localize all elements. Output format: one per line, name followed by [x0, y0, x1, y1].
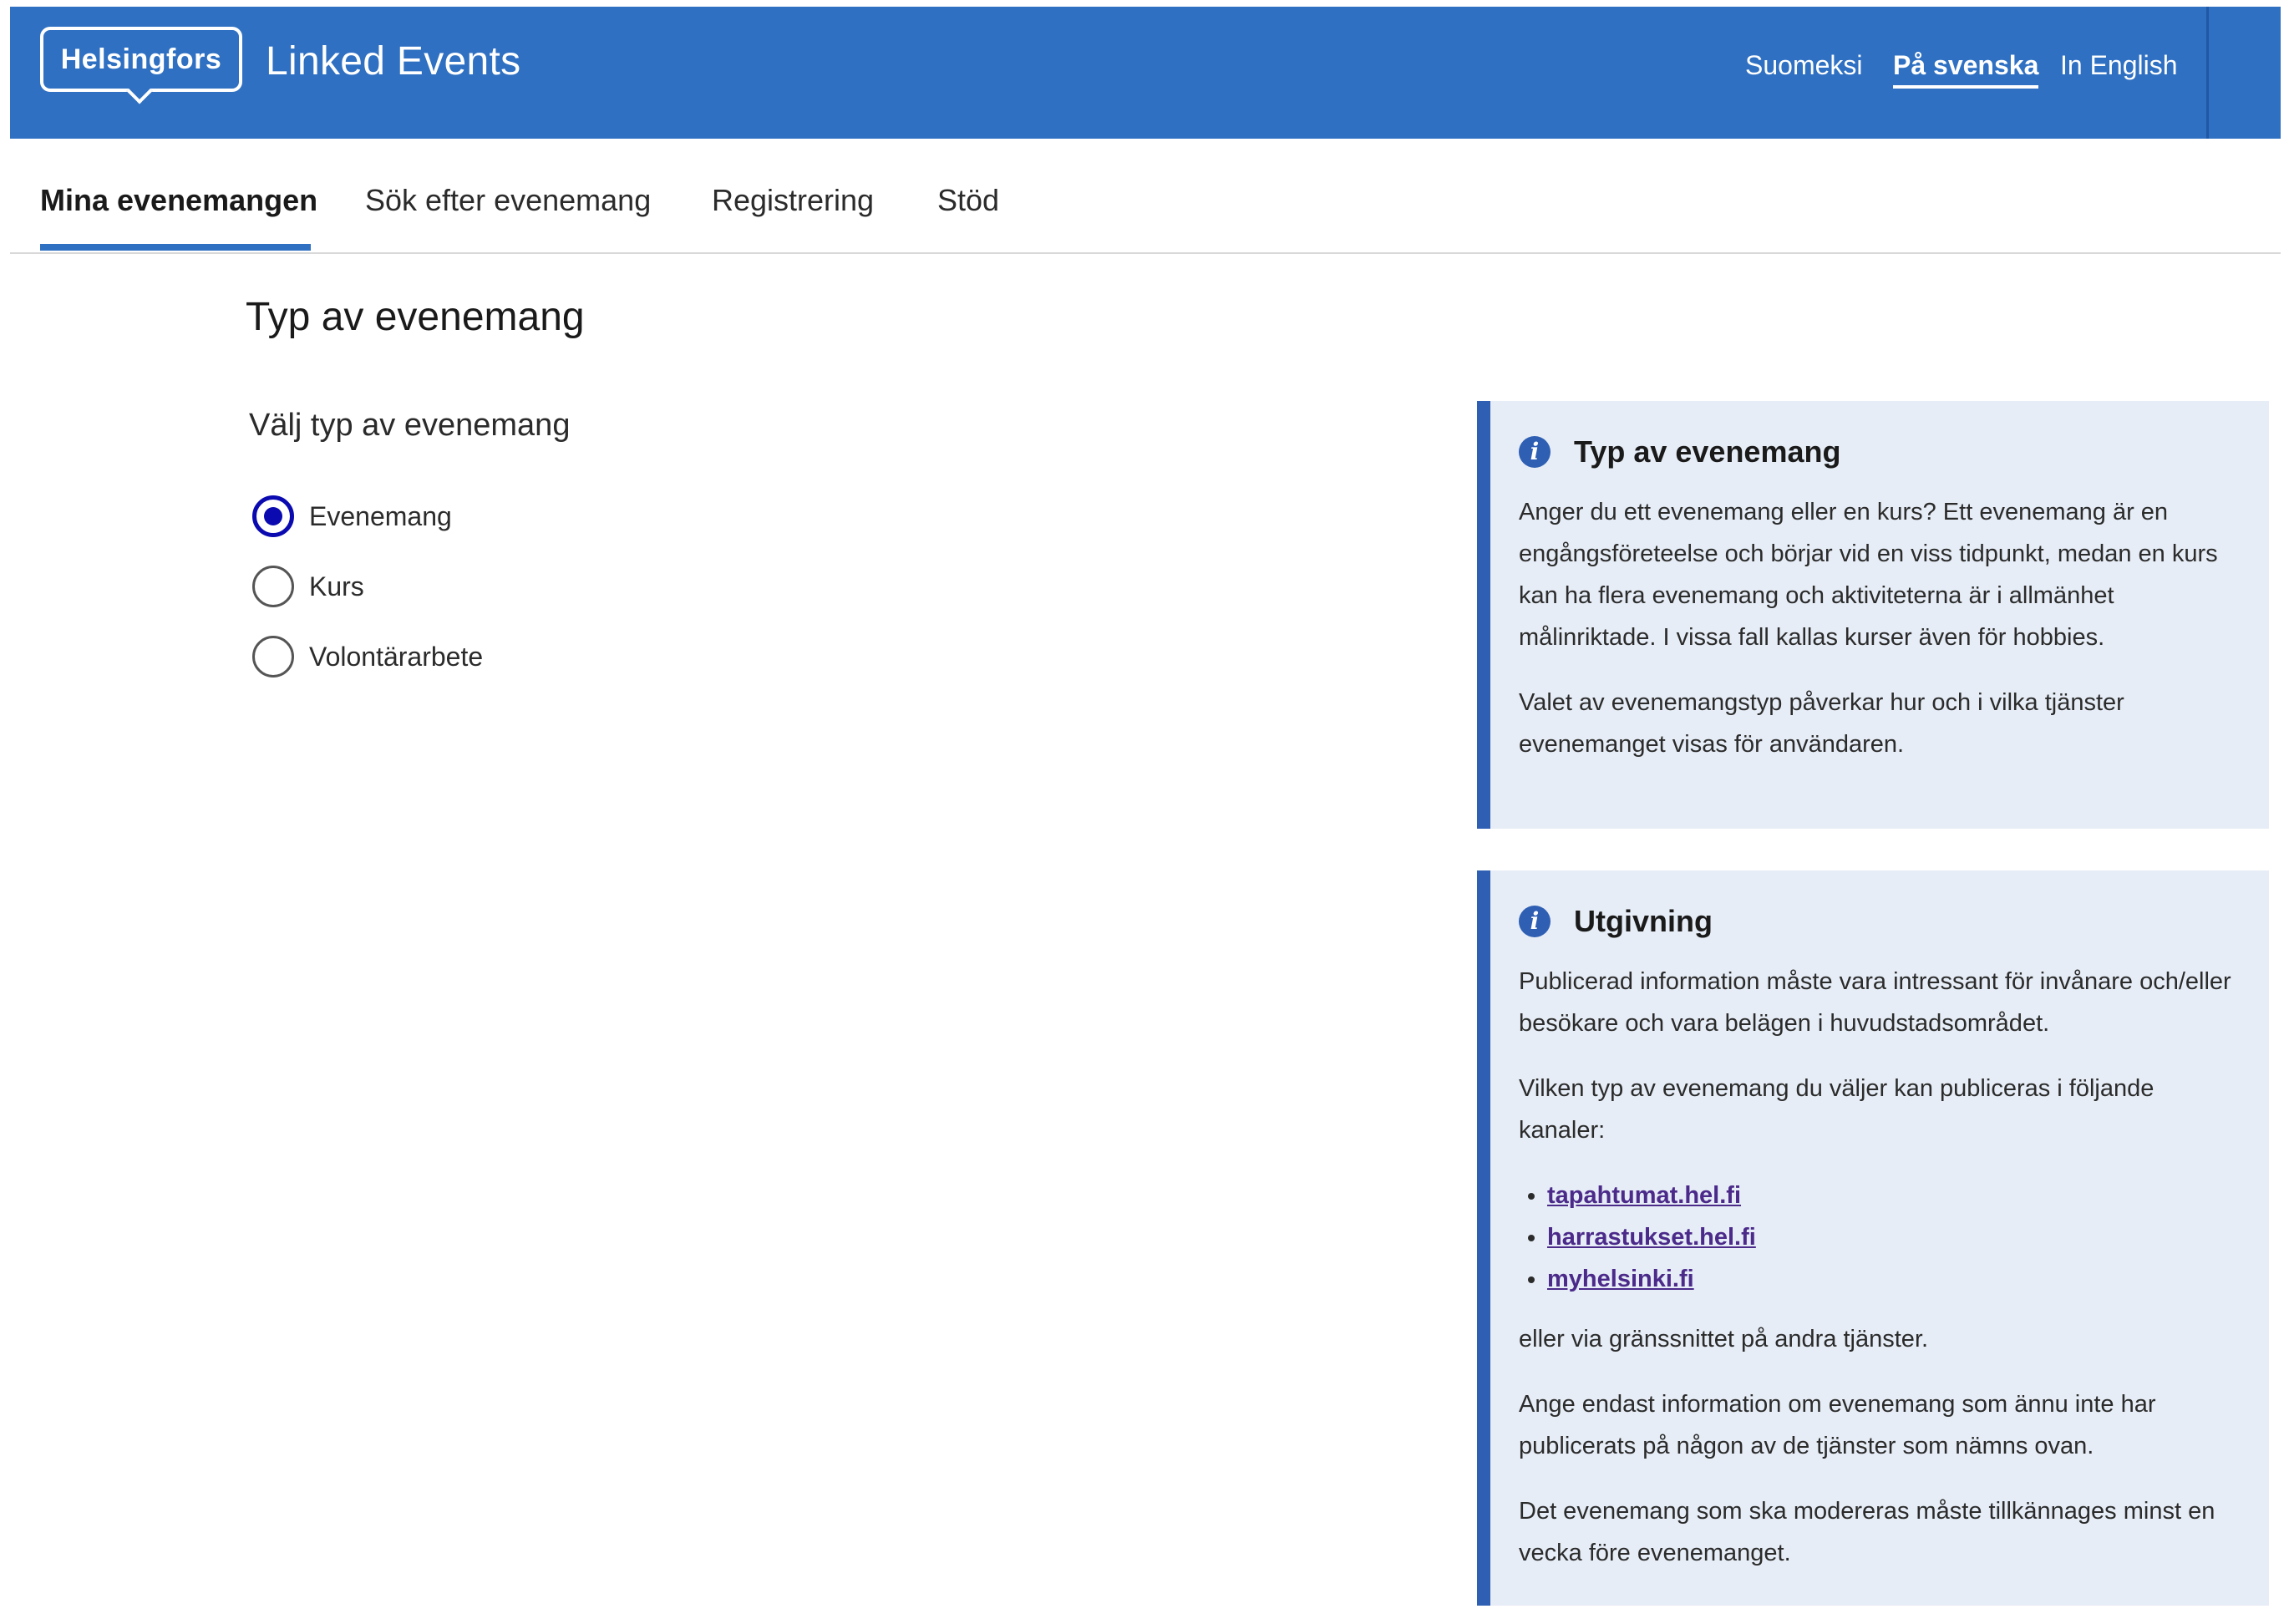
language-in-english[interactable]: In English [2060, 48, 2178, 85]
link-tapahtumat[interactable]: tapahtumat.hel.fi [1547, 1182, 1741, 1209]
list-item: harrastukset.hel.fi [1547, 1216, 2241, 1258]
info-box-publishing: i Utgivning Publicerad information måste… [1477, 870, 2269, 1606]
tab-stod[interactable]: Stöd [937, 182, 999, 219]
radio-option-evenemang[interactable]: Evenemang [252, 493, 452, 540]
page-title: Typ av evenemang [246, 295, 585, 339]
header-divider [2206, 7, 2209, 139]
active-tab-indicator [40, 244, 311, 251]
radio-label[interactable]: Kurs [309, 571, 364, 602]
tab-mina-evenemangen[interactable]: Mina evenemangen [40, 182, 317, 219]
info-paragraph: Ange endast information om evenemang som… [1519, 1391, 2156, 1459]
info-paragraph: Publicerad information måste vara intres… [1519, 968, 2231, 1037]
info-paragraph: eller via gränssnittet på andra tjänster… [1519, 1326, 1929, 1352]
radio-button-checked[interactable] [252, 495, 294, 537]
channel-list: tapahtumat.hel.fi harrastukset.hel.fi my… [1519, 1175, 2241, 1300]
radio-label[interactable]: Volontärarbete [309, 642, 483, 672]
info-box-title: Typ av evenemang [1574, 434, 1841, 469]
info-icon: i [1519, 906, 1551, 937]
tab-registrering[interactable]: Registrering [712, 182, 874, 219]
info-paragraph: Valet av evenemangstyp påverkar hur och … [1519, 689, 2124, 758]
info-icon: i [1519, 436, 1551, 468]
radio-option-kurs[interactable]: Kurs [252, 563, 364, 610]
radio-label[interactable]: Evenemang [309, 501, 452, 532]
info-box-title: Utgivning [1574, 904, 1713, 938]
info-paragraph: Anger du ett evenemang eller en kurs? Et… [1519, 499, 2218, 651]
app-title[interactable]: Linked Events [266, 38, 520, 84]
radio-button[interactable] [252, 636, 294, 678]
link-harrastukset[interactable]: harrastukset.hel.fi [1547, 1224, 1756, 1251]
list-item: myhelsinki.fi [1547, 1258, 2241, 1300]
radio-option-volontararbete[interactable]: Volontärarbete [252, 633, 483, 680]
main-navigation: Mina evenemangen Sök efter evenemang Reg… [10, 139, 2281, 254]
language-pa-svenska[interactable]: På svenska [1893, 48, 2039, 89]
info-box-event-type: i Typ av evenemang Anger du ett eveneman… [1477, 401, 2269, 829]
logo-text: Helsingfors [60, 43, 222, 75]
link-myhelsinki[interactable]: myhelsinki.fi [1547, 1266, 1694, 1292]
list-item: tapahtumat.hel.fi [1547, 1175, 2241, 1216]
helsingfors-logo[interactable]: Helsingfors [40, 27, 242, 104]
info-paragraph: Det evenemang som ska modereras måste ti… [1519, 1498, 2215, 1566]
info-paragraph: Vilken typ av evenemang du väljer kan pu… [1519, 1075, 2155, 1144]
site-header: Helsingfors Linked Events Suomeksi På sv… [10, 7, 2281, 139]
tab-sok-efter-evenemang[interactable]: Sök efter evenemang [365, 182, 651, 219]
radio-button[interactable] [252, 566, 294, 607]
event-type-group-label: Välj typ av evenemang [249, 408, 571, 443]
language-suomeksi[interactable]: Suomeksi [1745, 48, 1863, 85]
